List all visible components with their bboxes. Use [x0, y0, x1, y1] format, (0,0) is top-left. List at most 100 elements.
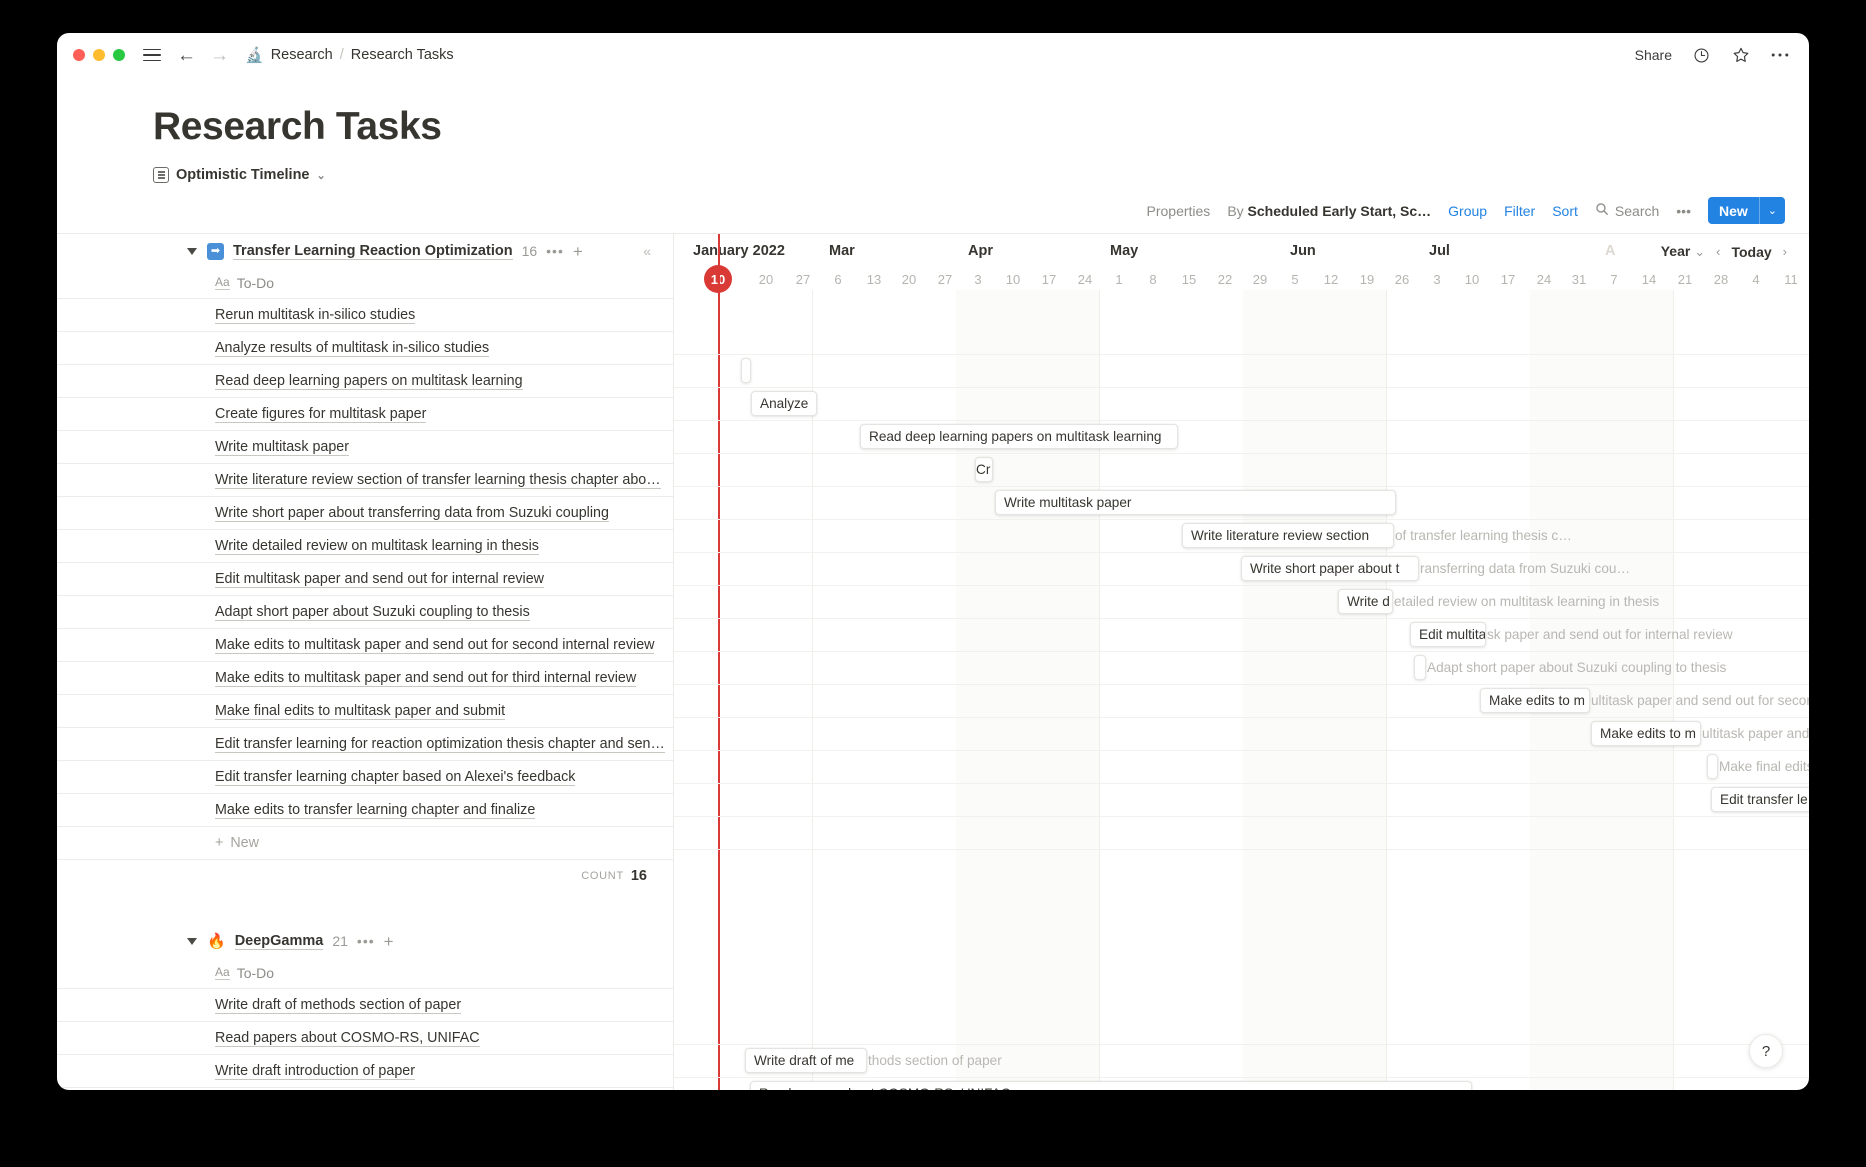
search-button[interactable]: Search: [1595, 202, 1659, 219]
properties-button[interactable]: Properties: [1147, 203, 1211, 219]
new-button-chevron-icon[interactable]: ⌄: [1760, 197, 1785, 224]
timeline-today-button[interactable]: Today: [1731, 244, 1771, 260]
text-property-icon: Aa: [215, 274, 230, 291]
group-more-icon[interactable]: •••: [357, 933, 375, 949]
forward-arrow-icon[interactable]: →: [210, 46, 229, 65]
task-list-item[interactable]: Make edits to multitask paper and send o…: [57, 628, 673, 661]
search-icon: [1595, 202, 1609, 219]
timeline-next-button[interactable]: ›: [1783, 244, 1787, 259]
task-list-item[interactable]: Edit transfer learning chapter based on …: [57, 760, 673, 793]
task-list-item[interactable]: Read papers about COSMO-RS, UNIFAC: [57, 1021, 673, 1054]
clock-icon[interactable]: [1692, 46, 1711, 65]
task-list-item[interactable]: Create figures for multitask paper: [57, 397, 673, 430]
timeline-bar[interactable]: [1414, 655, 1426, 680]
task-list-item[interactable]: Adapt short paper about Suzuki coupling …: [57, 595, 673, 628]
group-more-icon[interactable]: •••: [546, 243, 564, 259]
task-list-item[interactable]: Write short paper about transferring dat…: [57, 496, 673, 529]
timeline-bar[interactable]: Write draft of me: [745, 1048, 867, 1073]
group-header[interactable]: 🔥 DeepGamma 21 ••• +: [57, 924, 673, 958]
task-list-item[interactable]: Write multitask paper: [57, 430, 673, 463]
timeline-bar[interactable]: Write literature review section: [1182, 523, 1394, 548]
more-icon[interactable]: [1770, 46, 1789, 65]
group-count-footer[interactable]: COUNT 16: [57, 859, 673, 892]
timeline-bar-label: Write draft of me: [754, 1053, 855, 1068]
timeline-bar[interactable]: Cr: [975, 457, 993, 482]
timeline-bar-label: Analyze: [760, 396, 809, 411]
task-list-item[interactable]: Write draft introduction of paper: [57, 1054, 673, 1087]
task-list-item[interactable]: Write draft of methods section of paper: [57, 988, 673, 1021]
timeline-date-tick: 12: [1323, 272, 1339, 287]
collapse-panel-icon[interactable]: «: [643, 243, 651, 259]
group-header[interactable]: ➡ Transfer Learning Reaction Optimizatio…: [57, 234, 673, 268]
group-emoji-icon: ➡: [207, 242, 224, 260]
timeline-date-tick: 1: [1115, 272, 1123, 287]
task-title: Edit transfer learning for reaction opti…: [215, 735, 665, 753]
breadcrumb-current[interactable]: Research Tasks: [351, 47, 454, 63]
close-window-button[interactable]: [73, 49, 85, 61]
sort-summary[interactable]: By Scheduled Early Start, Sc…: [1227, 203, 1431, 219]
timeline-row-divider: [674, 717, 1809, 718]
timeline-bar[interactable]: [1707, 754, 1718, 779]
toolbar-more-button[interactable]: •••: [1676, 203, 1691, 219]
back-arrow-icon[interactable]: ←: [177, 46, 196, 65]
filter-button[interactable]: Filter: [1504, 203, 1535, 219]
star-icon[interactable]: [1731, 46, 1750, 65]
timeline-row: Analyze: [674, 387, 1809, 420]
task-list-item[interactable]: Write literature review section of trans…: [57, 463, 673, 496]
timeline-bar[interactable]: Write multitask paper: [995, 490, 1396, 515]
task-list-item[interactable]: Edit multitask paper and send out for in…: [57, 562, 673, 595]
task-list-item[interactable]: Analyze results of multitask in-silico s…: [57, 331, 673, 364]
timeline-bar[interactable]: Read deep learning papers on multitask l…: [860, 424, 1178, 449]
timeline-row-divider: [674, 618, 1809, 619]
task-list-item[interactable]: Make edits to transfer learning chapter …: [57, 793, 673, 826]
task-list-item[interactable]: Edit transfer learning for reaction opti…: [57, 727, 673, 760]
timeline-today-dot: [715, 286, 723, 293]
task-list-item[interactable]: Download Dortmund data dump: [57, 1087, 673, 1090]
timeline-date-tick: 15: [1181, 272, 1197, 287]
group-add-icon[interactable]: +: [384, 933, 394, 950]
timeline-prev-button[interactable]: ‹: [1716, 244, 1720, 259]
timeline-bar[interactable]: Analyze: [751, 391, 817, 416]
timeline-bar[interactable]: Edit multita: [1410, 622, 1486, 647]
sort-button[interactable]: Sort: [1552, 203, 1578, 219]
group-button[interactable]: Group: [1448, 203, 1487, 219]
timeline-bar[interactable]: Make edits to m: [1480, 688, 1590, 713]
timeline-bar[interactable]: Read papers about COSMO-RS, UNIFAC: [750, 1081, 1472, 1090]
help-button[interactable]: ?: [1749, 1034, 1783, 1068]
timeline-month-label: May: [1110, 243, 1139, 259]
group-collapse-toggle[interactable]: [187, 937, 197, 945]
timeline-month-label: Apr: [968, 243, 993, 259]
timeline-bar[interactable]: Write short paper about t: [1241, 556, 1419, 581]
task-list-item[interactable]: Read deep learning papers on multitask l…: [57, 364, 673, 397]
add-new-task-row[interactable]: + New: [57, 826, 673, 859]
database-toolbar: Properties By Scheduled Early Start, Sc……: [1147, 197, 1785, 224]
app-window: ← → 🔬 Research / Research Tasks Share Re…: [57, 33, 1809, 1090]
group-add-icon[interactable]: +: [573, 243, 583, 260]
timeline-date-tick: 3: [1433, 272, 1441, 287]
minimize-window-button[interactable]: [93, 49, 105, 61]
timeline-bar-label: Edit multita: [1419, 627, 1486, 642]
zoom-window-button[interactable]: [113, 49, 125, 61]
timeline-bar[interactable]: [741, 358, 751, 383]
group-collapse-toggle[interactable]: [187, 247, 197, 255]
timeline-row: thods section of paper Write draft of me: [674, 1044, 1809, 1077]
task-list-item[interactable]: Make edits to multitask paper and send o…: [57, 661, 673, 694]
timeline-date-tick: 5: [1291, 272, 1299, 287]
new-button[interactable]: New ⌄: [1707, 197, 1785, 224]
timeline-scale-select[interactable]: Year ⌄: [1661, 243, 1705, 260]
timeline-bar[interactable]: Write d: [1338, 589, 1393, 614]
timeline-bar[interactable]: Make edits to m: [1591, 721, 1701, 746]
timeline-bar-overflow-label: etailed review on multitask learning in …: [1394, 594, 1660, 609]
task-list-item[interactable]: Rerun multitask in-silico studies: [57, 298, 673, 331]
timeline-row: ultitask paper and send o… Make edits to …: [674, 717, 1809, 750]
sidebar-toggle-icon[interactable]: [143, 48, 161, 62]
task-list-item[interactable]: Make final edits to multitask paper and …: [57, 694, 673, 727]
breadcrumb-parent[interactable]: Research: [271, 47, 333, 63]
share-button[interactable]: Share: [1635, 47, 1672, 63]
timeline-bar[interactable]: Edit transfer le: [1711, 787, 1809, 812]
timeline-row-divider: [674, 816, 1809, 817]
task-list-item[interactable]: Write detailed review on multitask learn…: [57, 529, 673, 562]
timeline-task-list: ➡ Transfer Learning Reaction Optimizatio…: [57, 234, 673, 1090]
view-selector[interactable]: Optimistic Timeline ⌄: [153, 167, 1809, 183]
timeline-date-tick: 7: [1610, 272, 1618, 287]
